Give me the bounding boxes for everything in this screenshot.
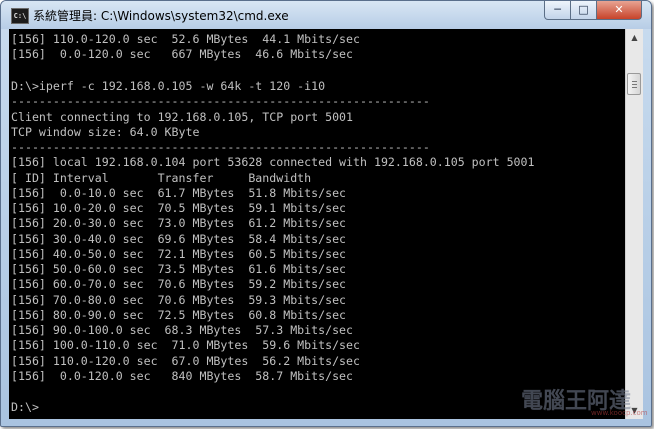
cmd-app-icon[interactable]: C:\ — [11, 8, 29, 24]
console-line: [156] 30.0-40.0 sec 69.6 MBytes 58.4 Mbi… — [11, 232, 347, 246]
title-bar[interactable]: C:\ 系統管理員: C:\Windows\system32\cmd.exe ─… — [1, 1, 651, 29]
watermark-logo: 電腦王阿達 www.koocp.com — [521, 383, 648, 419]
console-line: [156] local 192.168.0.104 port 53628 con… — [11, 155, 535, 169]
console-line: [156] 0.0-120.0 sec 667 MBytes 46.6 Mbit… — [11, 47, 354, 61]
console-line: [156] 20.0-30.0 sec 73.0 MBytes 61.2 Mbi… — [11, 216, 347, 230]
console-line: [156] 60.0-70.0 sec 70.6 MBytes 59.2 Mbi… — [11, 277, 347, 291]
console-line: [156] 40.0-50.0 sec 72.1 MBytes 60.5 Mbi… — [11, 247, 347, 261]
thumb-grip — [632, 84, 637, 85]
scrollbar-thumb[interactable] — [627, 73, 641, 95]
vertical-scrollbar[interactable]: ▲ ▼ — [625, 29, 643, 419]
close-button[interactable]: ✕ — [596, 1, 642, 20]
console-line: [156] 0.0-10.0 sec 61.7 MBytes 51.8 Mbit… — [11, 186, 347, 200]
thumb-grip — [632, 81, 637, 82]
maximize-button[interactable]: □ — [570, 1, 597, 20]
minimize-button[interactable]: ─ — [544, 1, 571, 20]
console-line: Client connecting to 192.168.0.105, TCP … — [11, 110, 354, 124]
console-prompt[interactable]: D:\> — [11, 400, 39, 415]
console-output[interactable]: [156] 110.0-120.0 sec 52.6 MBytes 44.1 M… — [9, 29, 625, 419]
console-line: [156] 110.0-120.0 sec 67.0 MBytes 56.2 M… — [11, 354, 361, 368]
console-line: [156] 10.0-20.0 sec 70.5 MBytes 59.1 Mbi… — [11, 201, 347, 215]
console-line: D:\>iperf -c 192.168.0.105 -w 64k -t 120… — [11, 79, 326, 93]
console-line: [156] 50.0-60.0 sec 73.5 MBytes 61.6 Mbi… — [11, 262, 347, 276]
watermark-url: www.koocp.com — [591, 409, 648, 417]
scroll-up-arrow-icon[interactable]: ▲ — [626, 29, 643, 46]
thumb-grip — [632, 87, 637, 88]
window-title: 系統管理員: C:\Windows\system32\cmd.exe — [33, 9, 289, 23]
cmd-window: C:\ 系統管理員: C:\Windows\system32\cmd.exe ─… — [0, 0, 652, 427]
console-line: [156] 110.0-120.0 sec 52.6 MBytes 44.1 M… — [11, 32, 361, 46]
console-line: [156] 0.0-120.0 sec 840 MBytes 58.7 Mbit… — [11, 369, 354, 383]
console-line: [ ID] Interval Transfer Bandwidth — [11, 171, 312, 185]
console-line: TCP window size: 64.0 KByte — [11, 125, 200, 139]
console-line: [156] 80.0-90.0 sec 72.5 MBytes 60.8 Mbi… — [11, 308, 347, 322]
console-line: ----------------------------------------… — [11, 94, 430, 108]
console-line: [156] 100.0-110.0 sec 71.0 MBytes 59.6 M… — [11, 338, 361, 352]
console-line: [156] 90.0-100.0 sec 68.3 MBytes 57.3 Mb… — [11, 323, 354, 337]
console-line: [156] 70.0-80.0 sec 70.6 MBytes 59.3 Mbi… — [11, 293, 347, 307]
console-line: ----------------------------------------… — [11, 140, 430, 154]
